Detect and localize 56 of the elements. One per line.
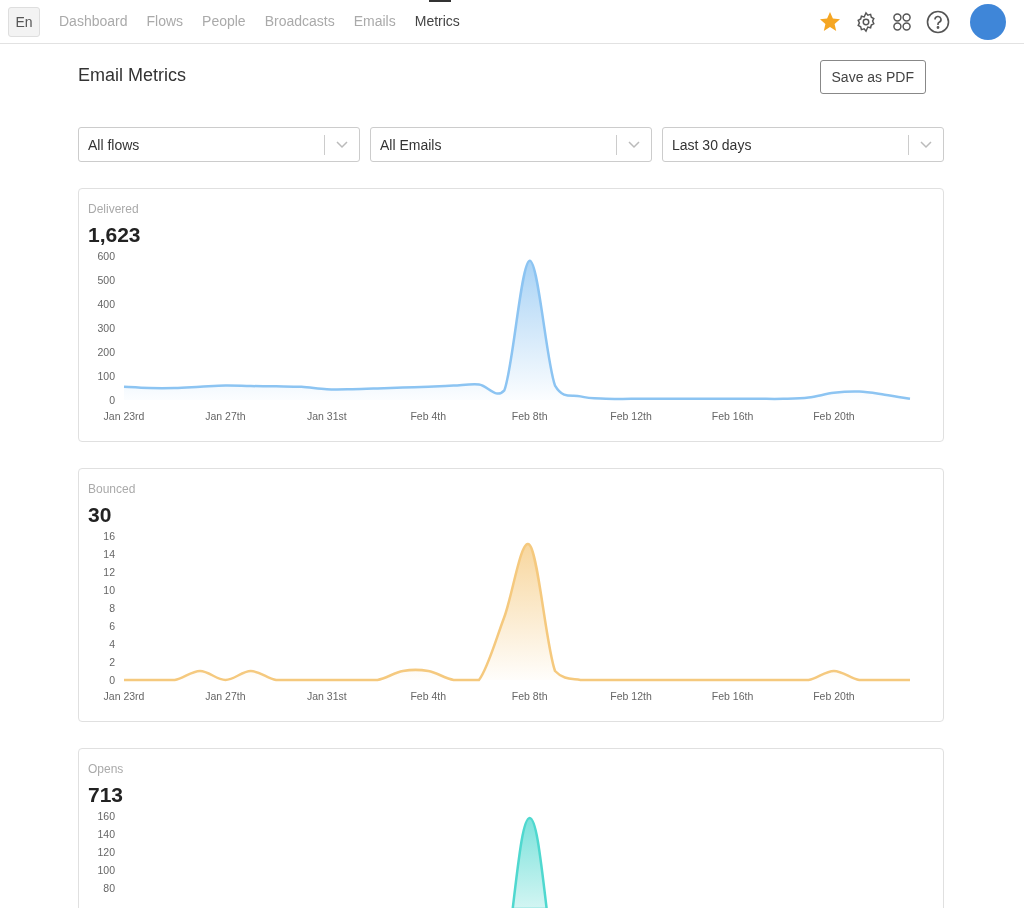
axis-tick-label: 140 (97, 828, 115, 840)
axis-tick-label: Jan 31st (307, 410, 347, 422)
language-button[interactable]: En (8, 6, 40, 37)
axis-tick-label: 8 (109, 602, 115, 614)
help-icon[interactable] (926, 9, 950, 34)
axis-tick-label: 80 (103, 882, 115, 894)
axis-tick-label: Jan 27th (205, 410, 246, 422)
axis-tick-label: 160 (97, 810, 115, 822)
chevron-down-icon (920, 140, 932, 149)
axis-tick-label: Feb 4th (410, 690, 447, 702)
nav-tab[interactable]: Metrics (414, 0, 460, 43)
axis-tick-label: 6 (109, 620, 115, 632)
axis-tick-label: 2 (109, 656, 115, 668)
axis-tick-label: Jan 23rd (103, 690, 145, 702)
axis-tick-label: 4 (109, 638, 115, 650)
metric-label: Delivered (87, 202, 140, 216)
axis-tick-label: 400 (97, 298, 115, 310)
axis-tick-label: 12 (103, 566, 115, 578)
metric-total: 1,623 (87, 223, 142, 247)
axis-tick-label: Feb 16th (711, 690, 754, 702)
axis-tick-label: Feb 20th (813, 410, 855, 422)
axis-tick-label: Feb 4th (410, 410, 447, 422)
axis-tick-label: 100 (97, 864, 115, 876)
axis-tick-label: Feb 12th (610, 690, 652, 702)
axis-tick-label: 600 (97, 250, 115, 262)
axis-tick-label: Feb 8th (511, 690, 548, 702)
axis-tick-label: 0 (109, 674, 115, 686)
save-pdf-button[interactable]: Save as PDF (819, 60, 926, 94)
axis-tick-label: 300 (97, 322, 115, 334)
filter-dropdown[interactable]: All Emails (370, 127, 652, 162)
axis-tick-label: Jan 27th (205, 690, 246, 702)
axis-tick-label: 16 (103, 530, 115, 542)
metric-total: 713 (87, 783, 125, 807)
axis-tick-label: Feb 20th (813, 690, 855, 702)
chevron-down-icon (336, 140, 348, 149)
metric-label: Opens (87, 762, 125, 776)
axis-tick-label: 120 (97, 846, 115, 858)
axis-tick-label: 200 (97, 346, 115, 358)
settings-icon[interactable] (854, 9, 878, 34)
axis-tick-label: Jan 31st (307, 690, 347, 702)
metric-label: Bounced (87, 482, 137, 496)
axis-tick-label: Feb 12th (610, 410, 652, 422)
axis-tick-label: 14 (103, 548, 115, 560)
filter-dropdown[interactable]: Last 30 days (662, 127, 944, 162)
page-title: Email Metrics (78, 65, 186, 86)
axis-tick-label: 0 (109, 394, 115, 406)
axis-tick-label: 10 (103, 584, 115, 596)
filter-dropdown[interactable]: All flows (78, 127, 360, 162)
metric-total: 30 (87, 503, 113, 527)
axis-tick-label: Feb 16th (711, 410, 754, 422)
axis-tick-label: Jan 23rd (103, 410, 145, 422)
axis-tick-label: 500 (97, 274, 115, 286)
chevron-down-icon (628, 140, 640, 149)
axis-tick-label: Feb 8th (511, 410, 548, 422)
avatar[interactable] (970, 3, 1006, 40)
axis-tick-label: 100 (97, 370, 115, 382)
